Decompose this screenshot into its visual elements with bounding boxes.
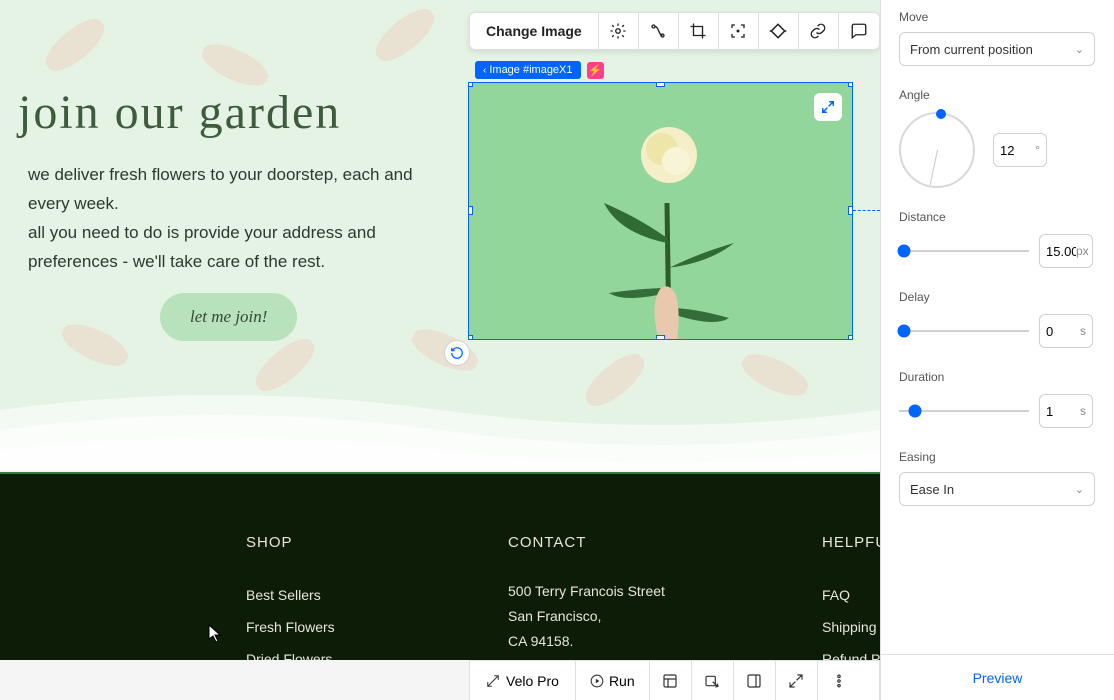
footer-heading: SHOP: [246, 534, 335, 551]
delay-section: Delay s: [899, 290, 1096, 348]
image-id-chip: ‹Image #imageX1 ⚡: [475, 61, 604, 79]
move-section: Move From current position ⌄: [899, 10, 1096, 66]
decor-leaf: [39, 11, 112, 79]
delay-field[interactable]: [1046, 324, 1076, 339]
inspect-icon[interactable]: [692, 661, 734, 700]
distance-input[interactable]: px: [1039, 234, 1093, 268]
footer-text: CA 94158.: [508, 629, 665, 654]
selected-image-frame[interactable]: [468, 82, 853, 340]
velo-pro-button[interactable]: Velo Pro: [470, 661, 576, 700]
slider-thumb[interactable]: [898, 325, 911, 338]
footer-link[interactable]: Shipping: [822, 611, 880, 643]
comment-icon[interactable]: [839, 13, 879, 49]
duration-label: Duration: [899, 370, 1096, 384]
footer-text: 500 Terry Francois Street: [508, 579, 665, 604]
settings-gear-icon[interactable]: [599, 13, 639, 49]
expand-icon[interactable]: [814, 93, 842, 121]
angle-dial-handle[interactable]: [936, 109, 946, 119]
focus-icon[interactable]: [719, 13, 759, 49]
resize-handle[interactable]: [468, 82, 473, 87]
rose-image: [469, 83, 852, 340]
angle-label: Angle: [899, 88, 1096, 102]
unit-label: s: [1080, 404, 1086, 418]
more-icon[interactable]: [818, 661, 860, 700]
cta-button[interactable]: let me join!: [160, 293, 297, 341]
delay-label: Delay: [899, 290, 1096, 304]
site-footer: SHOP Best Sellers Fresh Flowers Dried Fl…: [0, 472, 880, 660]
duration-input[interactable]: s: [1039, 394, 1093, 428]
chevron-down-icon: ⌄: [1075, 483, 1084, 496]
preview-button[interactable]: Preview: [881, 654, 1114, 700]
resize-handle[interactable]: [656, 82, 665, 87]
image-id-label[interactable]: ‹Image #imageX1: [475, 61, 581, 79]
editor-canvas[interactable]: join our garden we deliver fresh flowers…: [0, 0, 880, 660]
distance-slider[interactable]: [899, 241, 1029, 261]
hero-body: we deliver fresh flowers to your doorste…: [28, 160, 448, 276]
duration-section: Duration s: [899, 370, 1096, 428]
change-image-button[interactable]: Change Image: [470, 13, 599, 49]
panel-icon[interactable]: [734, 661, 776, 700]
shape-icon[interactable]: [759, 13, 799, 49]
footer-link[interactable]: FAQ: [822, 579, 880, 611]
link-icon[interactable]: [799, 13, 839, 49]
unit-label: s: [1080, 324, 1086, 338]
run-button[interactable]: Run: [576, 661, 650, 700]
dev-toolbar: Velo Pro Run: [469, 660, 880, 700]
distance-section: Distance px: [899, 210, 1096, 268]
duration-field[interactable]: [1046, 404, 1076, 419]
expand-icon[interactable]: [776, 661, 818, 700]
chevron-down-icon: ⌄: [1075, 43, 1084, 56]
footer-link[interactable]: Fresh Flowers: [246, 611, 335, 643]
resize-handle[interactable]: [468, 206, 473, 215]
undo-button[interactable]: [444, 340, 470, 366]
slider-thumb[interactable]: [908, 405, 921, 418]
easing-label: Easing: [899, 450, 1096, 464]
footer-heading: CONTACT: [508, 534, 665, 551]
angle-input[interactable]: °: [993, 133, 1047, 167]
decor-leaf: [369, 1, 442, 69]
bolt-badge[interactable]: ⚡: [587, 62, 604, 79]
hero-title: join our garden: [18, 85, 341, 140]
delay-input[interactable]: s: [1039, 314, 1093, 348]
unit-label: px: [1076, 244, 1089, 258]
footer-link[interactable]: Refund P: [822, 643, 880, 660]
delay-slider[interactable]: [899, 321, 1029, 341]
footer-shop-col: SHOP Best Sellers Fresh Flowers Dried Fl…: [246, 534, 335, 660]
layout-icon[interactable]: [650, 661, 692, 700]
footer-help-col: HELPFU FAQ Shipping Refund P: [822, 534, 880, 660]
angle-dial[interactable]: [899, 112, 975, 188]
footer-link[interactable]: Best Sellers: [246, 579, 335, 611]
unit-label: °: [1035, 143, 1040, 157]
image-floating-toolbar: Change Image: [469, 12, 880, 50]
animation-panel: Move From current position ⌄ Angle ° Dis…: [880, 0, 1114, 700]
move-label: Move: [899, 10, 1096, 24]
distance-field[interactable]: [1046, 244, 1076, 259]
easing-section: Easing Ease In ⌄: [899, 450, 1096, 506]
decor-leaf: [57, 317, 133, 374]
angle-field[interactable]: [1000, 143, 1030, 158]
footer-contact-col: CONTACT 500 Terry Francois Street San Fr…: [508, 534, 665, 654]
footer-link[interactable]: Dried Flowers: [246, 643, 335, 660]
duration-slider[interactable]: [899, 401, 1029, 421]
alignment-guide: [853, 210, 880, 211]
footer-text: San Francisco,: [508, 604, 665, 629]
transform-icon[interactable]: [639, 13, 679, 49]
wave-decor: [0, 370, 880, 470]
move-dropdown[interactable]: From current position ⌄: [899, 32, 1095, 66]
angle-section: Angle °: [899, 88, 1096, 188]
footer-heading: HELPFU: [822, 534, 880, 551]
distance-label: Distance: [899, 210, 1096, 224]
slider-thumb[interactable]: [898, 245, 911, 258]
crop-icon[interactable]: [679, 13, 719, 49]
easing-dropdown[interactable]: Ease In ⌄: [899, 472, 1095, 506]
